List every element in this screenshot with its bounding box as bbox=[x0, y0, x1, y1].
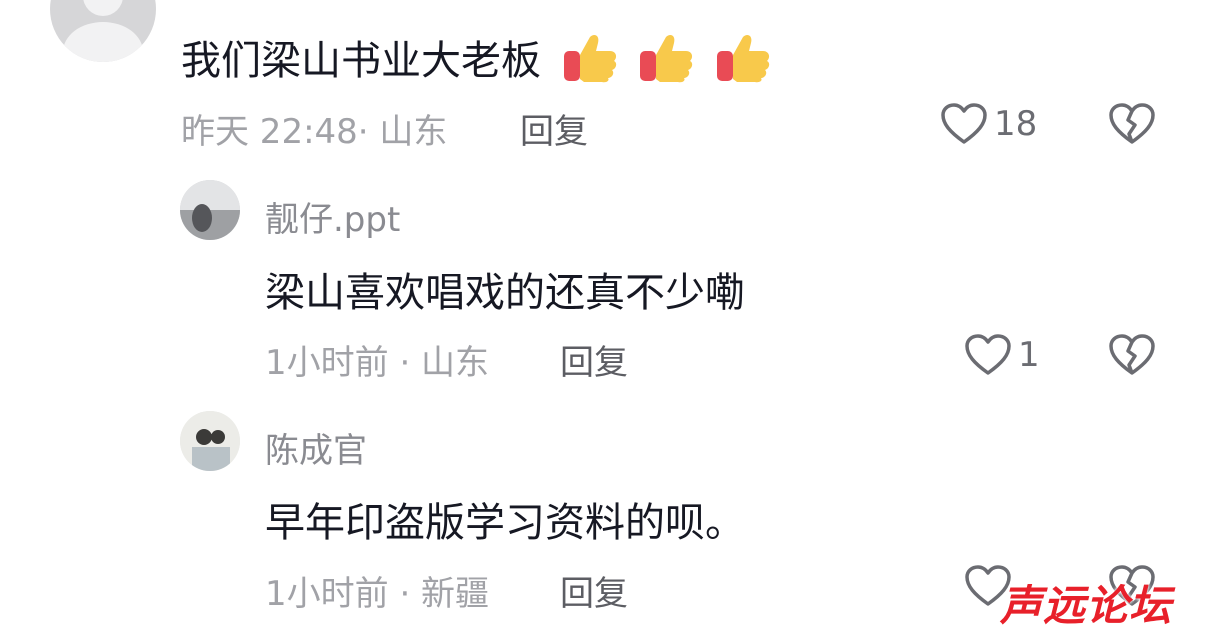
watermark: 声远论坛 bbox=[1000, 581, 1173, 630]
reply-button[interactable]: 回复 bbox=[520, 104, 588, 153]
broken-heart-icon bbox=[1109, 103, 1155, 144]
like-count: 1 bbox=[1018, 335, 1040, 375]
avatar[interactable] bbox=[180, 180, 240, 240]
heart-icon bbox=[941, 103, 987, 144]
comment-meta: 昨天 22:48· 山东 bbox=[181, 112, 448, 152]
reply-text: 梁山喜欢唱戏的还真不少嘞 bbox=[265, 270, 745, 316]
reply-meta: 1小时前 · 新疆 bbox=[265, 574, 490, 614]
comment-text: 我们梁山书业大老板 bbox=[181, 28, 771, 93]
avatar-image bbox=[180, 411, 240, 471]
reply-author-name[interactable]: 靓仔.ppt bbox=[265, 192, 400, 241]
like-count: 18 bbox=[994, 104, 1038, 144]
thumbs-up-emoji-icon bbox=[562, 33, 618, 93]
thumbs-up-emoji-icon bbox=[715, 33, 771, 93]
reply-text: 早年印盗版学习资料的呗。 bbox=[265, 500, 745, 546]
like-button[interactable] bbox=[940, 102, 988, 150]
like-button[interactable] bbox=[964, 333, 1012, 381]
comment-text-label: 我们梁山书业大老板 bbox=[181, 38, 541, 84]
dislike-button[interactable] bbox=[1108, 333, 1156, 381]
default-avatar-icon bbox=[63, 0, 143, 62]
reply-button[interactable]: 回复 bbox=[560, 335, 628, 384]
heart-icon bbox=[965, 334, 1011, 375]
reply-meta: 1小时前 · 山东 bbox=[265, 343, 490, 383]
dislike-button[interactable] bbox=[1108, 102, 1156, 150]
reply-author-name[interactable]: 陈成官 bbox=[265, 423, 367, 472]
thumbs-up-emoji-icon bbox=[638, 33, 694, 93]
reply-button[interactable]: 回复 bbox=[560, 566, 628, 615]
broken-heart-icon bbox=[1109, 334, 1155, 375]
avatar[interactable] bbox=[50, 0, 156, 62]
avatar[interactable] bbox=[180, 411, 240, 471]
avatar-image bbox=[180, 180, 240, 240]
